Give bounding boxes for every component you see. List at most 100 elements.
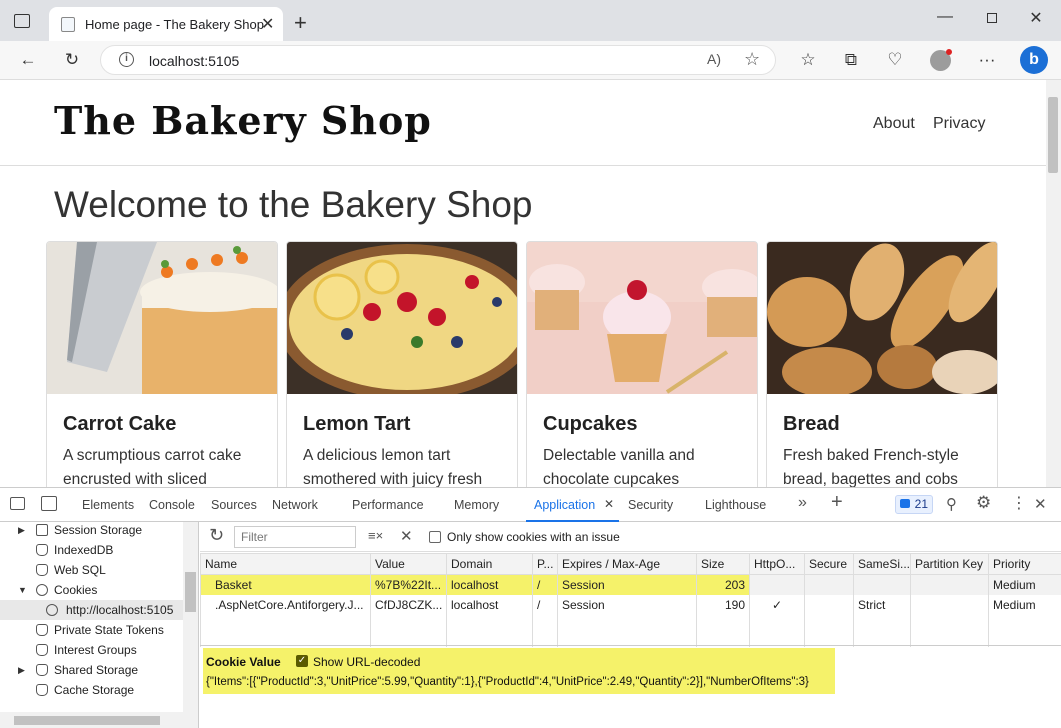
expand-arrow-icon[interactable]: ▶ bbox=[18, 660, 25, 680]
col-samesite[interactable]: SameSi... bbox=[854, 554, 911, 575]
cookie-value-text: {"Items":[{"ProductId":3,"UnitPrice":5.9… bbox=[206, 676, 809, 688]
sidebar-scrollbar-thumb[interactable] bbox=[185, 572, 196, 612]
col-expires[interactable]: Expires / Max-Age bbox=[558, 554, 697, 575]
cell: 203 bbox=[697, 575, 750, 595]
tree-item-cache-storage[interactable]: Cache Storage bbox=[0, 680, 199, 700]
col-httponly[interactable]: HttpO... bbox=[750, 554, 805, 575]
col-size[interactable]: Size bbox=[697, 554, 750, 575]
tree-item-session-storage[interactable]: ▶ Session Storage bbox=[0, 522, 199, 540]
more-tabs-icon[interactable]: » bbox=[798, 494, 807, 512]
inspect-icon[interactable] bbox=[10, 497, 25, 510]
product-card-carrot-cake[interactable]: Carrot Cake A scrumptious carrot cakeenc… bbox=[46, 241, 278, 487]
expand-arrow-icon[interactable]: ▶ bbox=[18, 522, 25, 540]
tab-elements[interactable]: Elements bbox=[82, 498, 134, 512]
cell: CfDJ8CZK... bbox=[371, 595, 447, 615]
issues-badge[interactable]: 21 bbox=[895, 495, 933, 514]
browser-titlebar: Home page - The Bakery Shop ✕ + — ✕ bbox=[0, 0, 1061, 41]
more-options-icon[interactable]: ⋮ bbox=[1011, 493, 1027, 513]
clear-all-icon[interactable]: ≡× bbox=[368, 528, 383, 543]
cookies-toolbar: ↻ Filter ≡× ✕ Only show cookies with an … bbox=[200, 522, 1061, 552]
delete-selected-icon[interactable]: ✕ bbox=[400, 527, 413, 545]
table-row[interactable]: Basket %7B%22It... localhost / Session 2… bbox=[201, 575, 1061, 595]
card-text: Fresh baked French-stylebread, bagettes … bbox=[783, 444, 988, 487]
card-title: Bread bbox=[783, 413, 840, 436]
cell bbox=[911, 595, 989, 615]
product-card-cupcakes[interactable]: Cupcakes Delectable vanilla andchocolate… bbox=[526, 241, 758, 487]
tree-item-indexeddb[interactable]: IndexedDB bbox=[0, 540, 199, 560]
col-path[interactable]: P... bbox=[533, 554, 558, 575]
tree-item-cookies[interactable]: ▼ Cookies bbox=[0, 580, 199, 600]
more-icon[interactable]: ··· bbox=[974, 50, 1000, 70]
page-scrollbar-thumb[interactable] bbox=[1048, 97, 1058, 173]
tree-item-private-state-tokens[interactable]: Private State Tokens bbox=[0, 620, 199, 640]
favorite-star-icon[interactable]: ☆ bbox=[744, 49, 760, 70]
new-tab-icon[interactable]: + bbox=[294, 10, 307, 36]
col-secure[interactable]: Secure bbox=[805, 554, 854, 575]
minimize-icon[interactable]: — bbox=[930, 8, 960, 26]
col-value[interactable]: Value bbox=[371, 554, 447, 575]
refresh-icon[interactable]: ↻ bbox=[59, 50, 85, 70]
tab-memory[interactable]: Memory bbox=[454, 498, 499, 512]
back-icon[interactable]: ← bbox=[15, 50, 41, 70]
collections-icon[interactable]: ⧉ bbox=[838, 50, 864, 70]
tree-item-shared-storage[interactable]: ▶ Shared Storage bbox=[0, 660, 199, 680]
tab-performance[interactable]: Performance bbox=[352, 498, 424, 512]
filter-input[interactable]: Filter bbox=[234, 526, 356, 548]
customize-icon[interactable]: ⚲ bbox=[946, 495, 957, 513]
bing-copilot-icon[interactable]: b bbox=[1020, 46, 1048, 74]
table-row[interactable]: .AspNetCore.Antiforgery.J... CfDJ8CZK...… bbox=[201, 595, 1061, 615]
card-title: Carrot Cake bbox=[63, 413, 176, 436]
sidebar-hscrollbar[interactable] bbox=[0, 712, 183, 728]
cell: ✓ bbox=[750, 595, 805, 615]
tree-item-localhost-cookies[interactable]: http://localhost:5105 bbox=[0, 600, 199, 620]
site-info-icon[interactable]: i bbox=[119, 52, 134, 67]
cell: Medium bbox=[989, 595, 1061, 615]
maximize-icon[interactable] bbox=[977, 8, 1007, 28]
close-window-icon[interactable]: ✕ bbox=[1021, 8, 1051, 28]
table-row-empty bbox=[201, 615, 1061, 647]
col-priority[interactable]: Priority bbox=[989, 554, 1061, 575]
tree-item-web-sql[interactable]: Web SQL bbox=[0, 560, 199, 580]
tab-title: Home page - The Bakery Shop bbox=[85, 17, 264, 32]
table-divider bbox=[200, 645, 1061, 646]
page-title: Welcome to the Bakery Shop bbox=[54, 184, 533, 226]
tab-security[interactable]: Security bbox=[628, 498, 673, 512]
browser-essentials-icon[interactable]: ♡ bbox=[882, 50, 908, 70]
refresh-icon[interactable]: ↻ bbox=[209, 525, 224, 546]
browser-tab[interactable]: Home page - The Bakery Shop ✕ bbox=[49, 7, 283, 41]
close-tab-icon[interactable]: ✕ bbox=[261, 14, 274, 34]
site-brand[interactable]: The Bakery Shop bbox=[54, 98, 432, 143]
only-issue-checkbox[interactable] bbox=[429, 531, 441, 543]
tab-console[interactable]: Console bbox=[149, 498, 195, 512]
tab-lighthouse[interactable]: Lighthouse bbox=[705, 498, 766, 512]
col-name[interactable]: Name bbox=[201, 554, 371, 575]
device-toolbar-icon[interactable] bbox=[41, 496, 57, 511]
sidebar-hscrollbar-thumb[interactable] bbox=[14, 716, 160, 725]
nav-about[interactable]: About bbox=[873, 115, 915, 133]
show-decoded-checkbox[interactable]: ✓ bbox=[296, 655, 308, 667]
nav-privacy[interactable]: Privacy bbox=[933, 115, 985, 133]
add-tab-icon[interactable]: + bbox=[831, 491, 843, 514]
cell: Session bbox=[558, 575, 697, 595]
tree-item-interest-groups[interactable]: Interest Groups bbox=[0, 640, 199, 660]
col-partition-key[interactable]: Partition Key bbox=[911, 554, 989, 575]
close-devtools-icon[interactable]: ✕ bbox=[1034, 495, 1047, 513]
table-header: Name Value Domain P... Expires / Max-Age… bbox=[201, 554, 1061, 575]
favorites-icon[interactable]: ☆ bbox=[795, 50, 821, 70]
product-card-lemon-tart[interactable]: Lemon Tart A delicious lemon tartsmother… bbox=[286, 241, 518, 487]
cell: / bbox=[533, 575, 558, 595]
product-card-bread[interactable]: Bread Fresh baked French-stylebread, bag… bbox=[766, 241, 998, 487]
close-tab-icon[interactable]: ✕ bbox=[604, 497, 614, 511]
database-icon bbox=[36, 644, 48, 656]
sidebar-scrollbar[interactable] bbox=[183, 522, 199, 728]
tab-sources[interactable]: Sources bbox=[211, 498, 257, 512]
col-domain[interactable]: Domain bbox=[447, 554, 533, 575]
tab-network[interactable]: Network bbox=[272, 498, 318, 512]
address-bar[interactable]: i localhost:5105 A) ☆ bbox=[100, 45, 776, 75]
settings-gear-icon[interactable]: ⚙ bbox=[976, 493, 991, 513]
read-aloud-icon[interactable]: A) bbox=[707, 51, 721, 67]
cell: Medium bbox=[989, 575, 1061, 595]
tab-actions-icon[interactable] bbox=[14, 14, 30, 28]
tab-application[interactable]: Application ✕ bbox=[526, 488, 619, 522]
collapse-arrow-icon[interactable]: ▼ bbox=[18, 580, 27, 600]
